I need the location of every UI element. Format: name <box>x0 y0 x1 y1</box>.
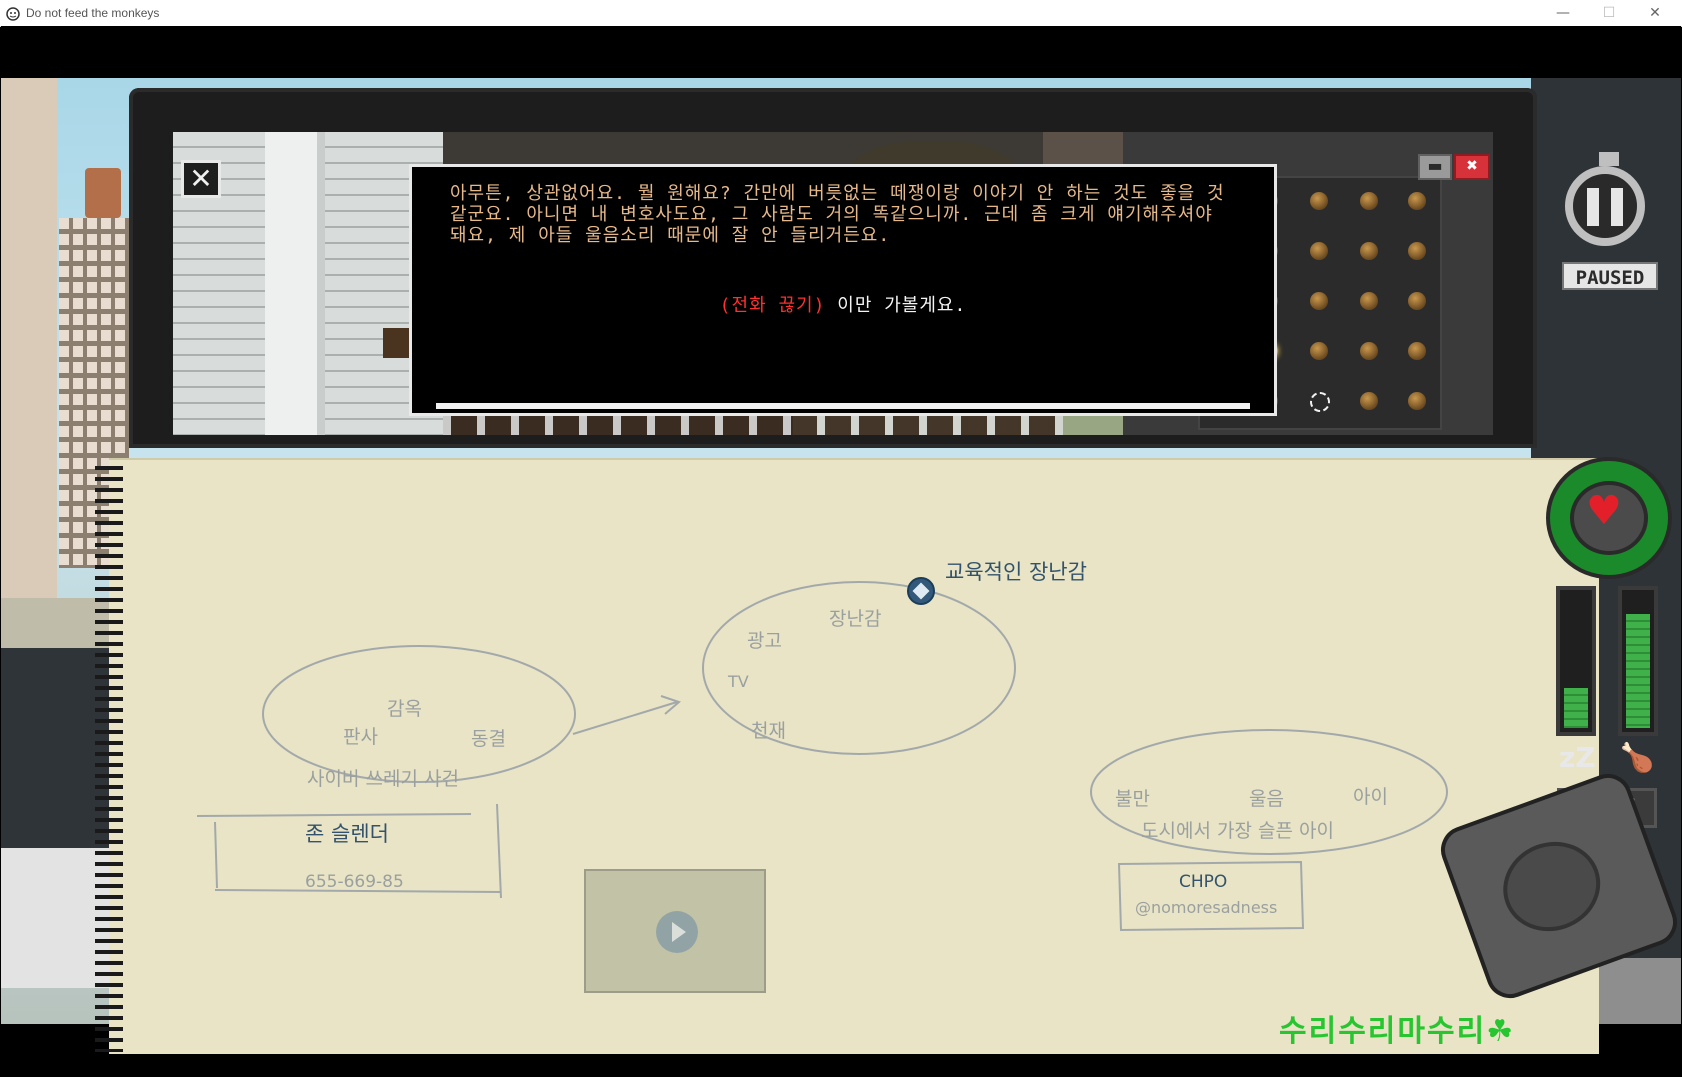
link-arrow <box>572 695 681 735</box>
window-minimize-button[interactable]: — <box>1540 0 1586 26</box>
note-word[interactable]: 광고 <box>747 626 782 653</box>
watermark-text: 수리수리마수리 <box>1279 1014 1487 1049</box>
health-gauge: ♥ <box>1546 457 1672 579</box>
play-icon <box>656 911 698 953</box>
window-maximize-button[interactable]: ☐ <box>1586 0 1632 26</box>
contact-phone[interactable]: 655-669-85 <box>305 872 404 892</box>
contact-handle[interactable]: @nomoresadness <box>1135 898 1277 917</box>
note-word[interactable]: 판사 <box>343 722 378 749</box>
streamer-watermark: 수리수리마수리☘ <box>1279 1006 1515 1050</box>
app-monkey-icon <box>6 7 20 21</box>
pinned-topic[interactable]: 교육적인 장난감 <box>945 556 1087 586</box>
zz-sleep-icon: zZ <box>1559 741 1596 774</box>
game-viewport: ✕ ▬ ✖ 아무튼, 상관없어요. 뭘 원해요? 간만에 버릇없는 떼쟁이랑 이… <box>1 26 1681 1076</box>
video-thumbnail[interactable] <box>584 869 766 993</box>
pin-icon[interactable] <box>907 577 935 605</box>
note-word[interactable]: 울음 <box>1249 784 1284 811</box>
contact-name[interactable]: CHPO <box>1179 872 1227 892</box>
note-word[interactable]: TV <box>728 672 749 691</box>
food-meter <box>1618 586 1658 736</box>
sleep-meter-fill <box>1564 688 1588 728</box>
chicken-leg-icon: 🍗 <box>1619 741 1655 774</box>
note-word[interactable]: 사이버 쓰레기 사건 <box>307 764 459 791</box>
note-word[interactable]: 감옥 <box>387 694 422 721</box>
window-title: Do not feed the monkeys <box>26 6 160 20</box>
notebook-sketches <box>196 581 1448 932</box>
note-word[interactable]: 도시에서 가장 슬픈 아이 <box>1141 816 1334 843</box>
note-word[interactable]: 아이 <box>1353 782 1388 809</box>
clover-icon: ☘ <box>1486 1014 1516 1049</box>
food-meter-fill <box>1626 614 1650 728</box>
note-word[interactable]: 동결 <box>471 724 506 751</box>
window-titlebar: Do not feed the monkeys — ☐ ✕ <box>0 0 1682 27</box>
sleep-meter <box>1556 586 1596 736</box>
note-word[interactable]: 불만 <box>1115 784 1150 811</box>
note-word[interactable]: 천재 <box>751 716 786 743</box>
heart-icon: ♥ <box>1586 488 1622 534</box>
window-close-button[interactable]: ✕ <box>1632 0 1678 26</box>
note-word[interactable]: 장난감 <box>829 604 881 631</box>
contact-name[interactable]: 존 슬렌더 <box>305 818 389 848</box>
